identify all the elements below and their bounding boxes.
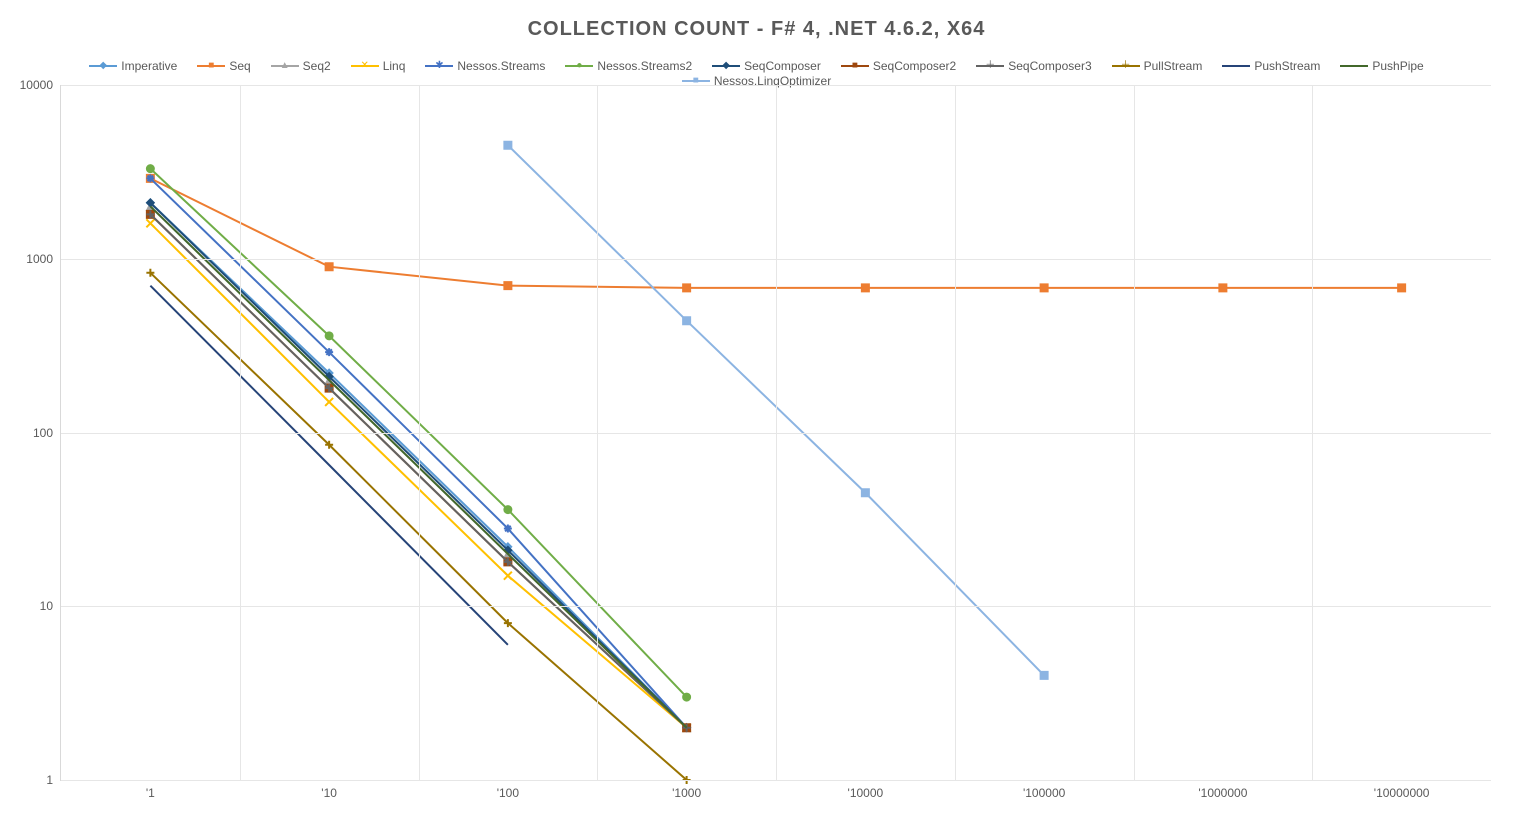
- gridline-v: [419, 85, 420, 780]
- x-axis-tick-label: '10000000: [1374, 786, 1430, 800]
- x-axis-tick-label: '100: [497, 786, 519, 800]
- x-axis-tick-label: '1000: [672, 786, 701, 800]
- legend-item[interactable]: ■ Seq: [197, 59, 250, 73]
- chart-container: COLLECTION COUNT - F# 4, .NET 4.6.2, X64…: [0, 0, 1513, 815]
- legend-label: Nessos.Streams2: [597, 59, 692, 73]
- series-marker: [325, 398, 333, 406]
- legend-swatch: ■: [197, 60, 225, 72]
- series-marker: [861, 489, 869, 497]
- x-axis-tick-label: '10: [321, 786, 337, 800]
- legend-item[interactable]: ● Nessos.Streams2: [565, 59, 692, 73]
- series-marker: [504, 525, 512, 533]
- series-marker: [504, 572, 512, 580]
- legend-label: SeqComposer: [744, 59, 821, 73]
- series-marker: [683, 693, 691, 701]
- gridline-h: [61, 780, 1491, 781]
- legend-swatch: [1222, 60, 1250, 72]
- chart-legend: ◆ Imperative ■ Seq ▲ Seq2 ✕ Linq ✱ Nessos.Streams…: [0, 58, 1513, 88]
- legend-item[interactable]: ＋ PullStream: [1112, 59, 1203, 73]
- gridline-v: [1312, 85, 1313, 780]
- legend-label: PullStream: [1144, 59, 1203, 73]
- legend-label: Seq2: [303, 59, 331, 73]
- series-marker: [1219, 284, 1227, 292]
- legend-swatch: ＋: [1112, 60, 1140, 72]
- x-axis-tick-label: '1: [146, 786, 155, 800]
- x-axis-tick-label: '10000: [848, 786, 884, 800]
- legend-label: SeqComposer2: [873, 59, 956, 73]
- gridline-v: [597, 85, 598, 780]
- legend-item[interactable]: PushStream: [1222, 59, 1320, 73]
- series-marker: [683, 317, 691, 325]
- legend-swatch: ●: [565, 60, 593, 72]
- legend-item[interactable]: PushPipe: [1340, 59, 1423, 73]
- legend-swatch: ▲: [271, 60, 299, 72]
- legend-swatch: ◆: [712, 60, 740, 72]
- legend-label: SeqComposer3: [1008, 59, 1091, 73]
- y-axis-tick-label: 1000: [26, 252, 53, 266]
- gridline-v: [1134, 85, 1135, 780]
- legend-swatch: [1340, 60, 1368, 72]
- legend-item[interactable]: ◆ SeqComposer: [712, 59, 821, 73]
- legend-item[interactable]: ▲ Seq2: [271, 59, 331, 73]
- chart-title: COLLECTION COUNT - F# 4, .NET 4.6.2, X64: [0, 18, 1513, 41]
- legend-item[interactable]: ✕ Linq: [351, 59, 406, 73]
- series-marker: [146, 219, 154, 227]
- legend-item[interactable]: ◆ Imperative: [89, 59, 177, 73]
- legend-item[interactable]: ＋ SeqComposer3: [976, 59, 1091, 73]
- plot-area: 110100100010000'1'10'100'1000'10000'1000…: [60, 85, 1491, 781]
- series-marker: [683, 284, 691, 292]
- gridline-v: [955, 85, 956, 780]
- series-marker: [504, 282, 512, 290]
- x-axis-tick-label: '100000: [1023, 786, 1065, 800]
- series-marker: [504, 506, 512, 514]
- series-marker: [146, 165, 154, 173]
- legend-swatch: ✱: [425, 60, 453, 72]
- legend-swatch: ＋: [976, 60, 1004, 72]
- series-marker: [1040, 284, 1048, 292]
- legend-swatch: ■: [841, 60, 869, 72]
- series-marker: [1398, 284, 1406, 292]
- series-marker: [325, 348, 333, 356]
- legend-label: PushPipe: [1372, 59, 1423, 73]
- y-axis-tick-label: 10: [40, 599, 53, 613]
- legend-swatch: ◆: [89, 60, 117, 72]
- series-marker: [504, 141, 512, 149]
- gridline-v: [776, 85, 777, 780]
- y-axis-tick-label: 1: [46, 773, 53, 787]
- series-marker: [325, 263, 333, 271]
- legend-item[interactable]: ✱ Nessos.Streams: [425, 59, 545, 73]
- legend-label: Linq: [383, 59, 406, 73]
- legend-label: Seq: [229, 59, 250, 73]
- series-marker: [861, 284, 869, 292]
- legend-item[interactable]: ■ SeqComposer2: [841, 59, 956, 73]
- y-axis-tick-label: 10000: [20, 78, 53, 92]
- series-marker: [325, 332, 333, 340]
- legend-label: Imperative: [121, 59, 177, 73]
- y-axis-tick-label: 100: [33, 426, 53, 440]
- gridline-v: [240, 85, 241, 780]
- legend-swatch: ✕: [351, 60, 379, 72]
- legend-label: Nessos.Streams: [457, 59, 545, 73]
- legend-label: PushStream: [1254, 59, 1320, 73]
- x-axis-tick-label: '1000000: [1198, 786, 1247, 800]
- series-marker: [1040, 671, 1048, 679]
